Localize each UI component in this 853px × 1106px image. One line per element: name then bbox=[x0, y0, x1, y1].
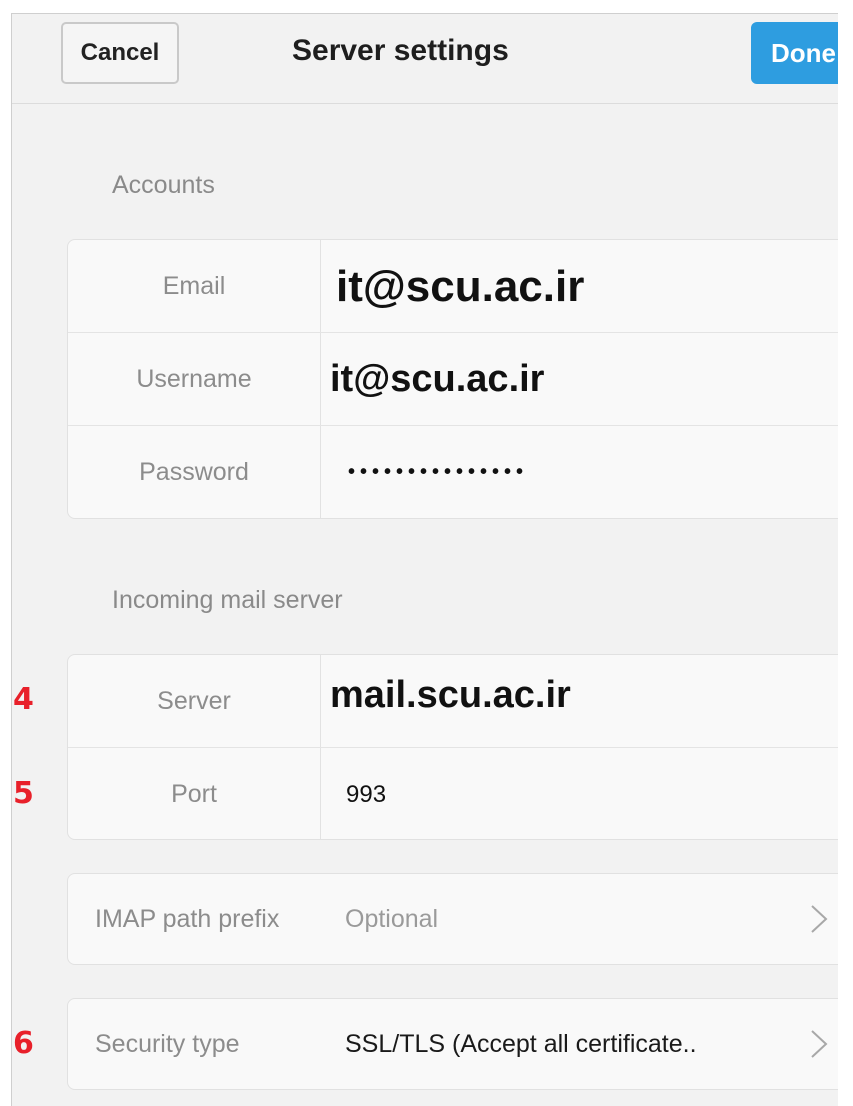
done-button[interactable]: Done bbox=[751, 22, 838, 84]
port-label: Port bbox=[171, 780, 217, 808]
email-field[interactable]: it@scu.ac.ir bbox=[336, 240, 584, 333]
row-divider bbox=[320, 655, 321, 747]
server-label: Server bbox=[157, 687, 231, 715]
email-label: Email bbox=[162, 272, 226, 300]
security-type-value: SSL/TLS (Accept all certificate.. bbox=[345, 1029, 697, 1058]
password-field[interactable]: ••••••••••••••• bbox=[348, 426, 528, 518]
section-label-accounts: Accounts bbox=[112, 171, 215, 199]
port-row[interactable]: Port 993 bbox=[68, 748, 838, 839]
imap-path-prefix-input[interactable]: Optional bbox=[345, 874, 438, 964]
port-field[interactable]: 993 bbox=[346, 748, 386, 839]
server-field[interactable]: mail.scu.ac.ir bbox=[330, 655, 571, 742]
row-divider bbox=[320, 748, 321, 839]
chevron-right-icon bbox=[808, 999, 830, 1089]
server-row[interactable]: Server mail.scu.ac.ir bbox=[68, 655, 838, 748]
settings-screen: Cancel Server settings Done Accounts Ema… bbox=[11, 13, 838, 1106]
section-label-incoming: Incoming mail server bbox=[112, 586, 343, 614]
page-title: Server settings bbox=[292, 34, 509, 67]
username-field[interactable]: it@scu.ac.ir bbox=[330, 333, 544, 426]
email-row[interactable]: Email it@scu.ac.ir bbox=[68, 240, 838, 333]
annotation-number-5: 5 bbox=[13, 776, 34, 811]
accounts-card: Email it@scu.ac.ir Username it@scu.ac.ir… bbox=[67, 239, 838, 519]
security-type-label: Security type bbox=[95, 1029, 240, 1058]
cancel-button[interactable]: Cancel bbox=[61, 22, 179, 84]
password-row[interactable]: Password ••••••••••••••• bbox=[68, 426, 838, 518]
username-label: Username bbox=[136, 365, 252, 393]
annotation-number-4: 4 bbox=[13, 682, 34, 717]
incoming-server-card: Server mail.scu.ac.ir Port 993 bbox=[67, 654, 838, 840]
row-divider bbox=[320, 426, 321, 518]
header-bar: Cancel Server settings Done bbox=[12, 14, 838, 104]
screenshot-frame: Cancel Server settings Done Accounts Ema… bbox=[0, 0, 853, 1106]
password-label: Password bbox=[139, 458, 249, 486]
annotation-number-6: 6 bbox=[13, 1026, 34, 1061]
row-divider bbox=[320, 240, 321, 332]
security-type-row[interactable]: Security type SSL/TLS (Accept all certif… bbox=[67, 998, 838, 1090]
chevron-right-icon bbox=[808, 874, 830, 964]
username-row[interactable]: Username it@scu.ac.ir bbox=[68, 333, 838, 426]
imap-path-prefix-label: IMAP path prefix bbox=[95, 904, 280, 933]
row-divider bbox=[320, 333, 321, 425]
imap-path-prefix-row[interactable]: IMAP path prefix Optional bbox=[67, 873, 838, 965]
